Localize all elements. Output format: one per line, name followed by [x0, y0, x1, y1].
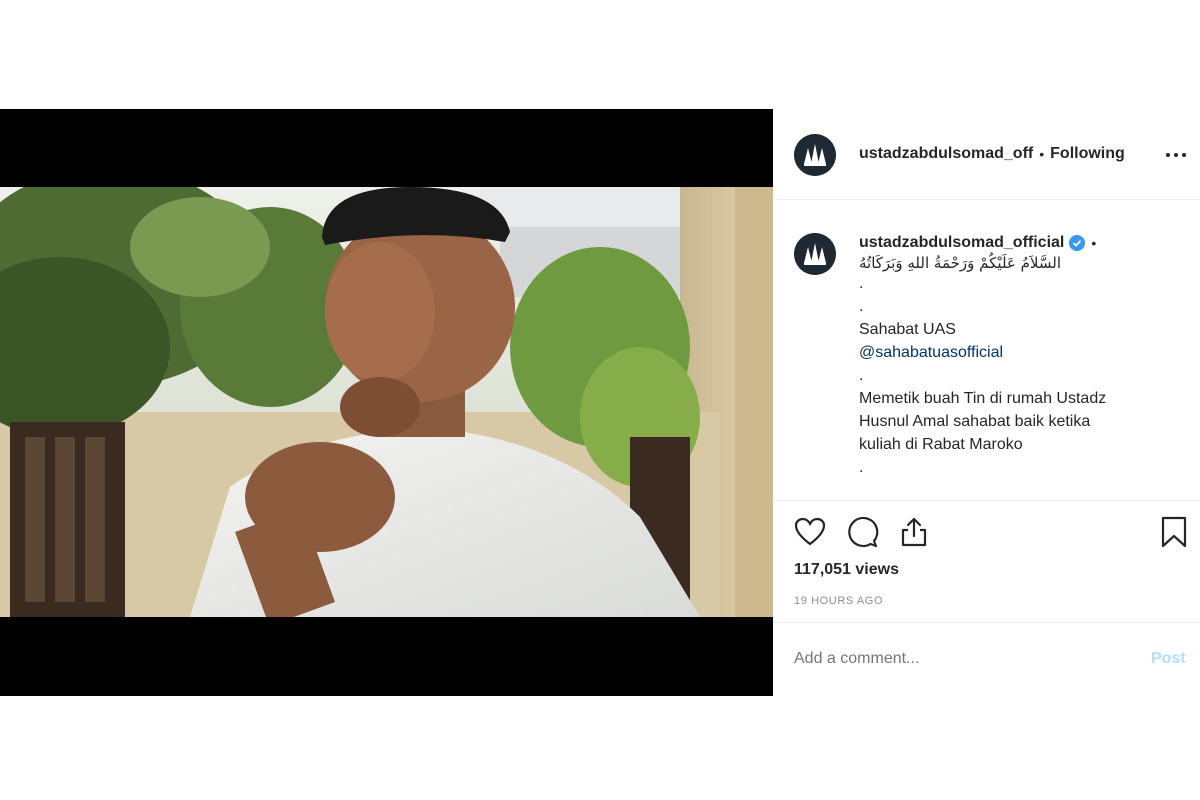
post-timestamp[interactable]: 19 HOURS AGO: [794, 595, 883, 607]
caption-header: ustadzabdulsomad_official •: [859, 234, 1179, 252]
caption-body-line: Memetik buah Tin di rumah Ustadz: [859, 390, 1107, 407]
caption-body-line: kuliah di Rabat Maroko: [859, 436, 1023, 453]
comment-bubble-icon[interactable]: [845, 515, 879, 549]
video-frame: [0, 187, 773, 617]
profile-logo-icon: [794, 233, 836, 275]
bookmark-icon[interactable]: [1159, 515, 1189, 549]
mention-link[interactable]: @sahabatuasofficial: [859, 341, 1179, 364]
arabic-greeting: السَّلاَمُ عَلَيْكُمْ وَرَحْمَةُ اللهِ و…: [859, 254, 1061, 272]
post-details-panel: ustadzabdulsomad_off • Following ustadza…: [773, 109, 1200, 696]
caption-username[interactable]: ustadzabdulsomad_official: [859, 234, 1064, 252]
divider: [773, 622, 1200, 623]
caption-dot: .: [859, 367, 864, 384]
following-button[interactable]: Following: [1050, 145, 1125, 163]
post-header: ustadzabdulsomad_off • Following: [859, 145, 1125, 163]
caption-dot: .: [859, 275, 864, 292]
caption-body-line: Husnul Amal sahabat baik ketika: [859, 413, 1091, 430]
heart-icon[interactable]: [793, 515, 827, 549]
caption-separator: •: [1091, 235, 1097, 251]
video-player[interactable]: [0, 109, 773, 696]
view-count[interactable]: 117,051 views: [794, 561, 899, 579]
avatar[interactable]: [794, 134, 836, 176]
more-options-icon[interactable]: [1165, 147, 1187, 163]
header-username[interactable]: ustadzabdulsomad_off: [859, 145, 1033, 163]
profile-logo-icon: [794, 134, 836, 176]
divider: [773, 500, 1200, 501]
caption-avatar[interactable]: [794, 233, 836, 275]
caption-dot: .: [859, 459, 864, 476]
caption-line-sahabat: Sahabat UAS: [859, 321, 956, 338]
comment-input[interactable]: [794, 650, 1124, 668]
caption-dot: .: [859, 298, 864, 315]
caption: ustadzabdulsomad_official • السَّلاَمُ ع…: [859, 234, 1179, 479]
divider: [773, 199, 1200, 200]
post-comment-button[interactable]: Post: [1151, 650, 1186, 668]
share-icon[interactable]: [897, 515, 931, 549]
header-separator: •: [1039, 146, 1045, 162]
verified-badge-icon: [1069, 235, 1086, 251]
